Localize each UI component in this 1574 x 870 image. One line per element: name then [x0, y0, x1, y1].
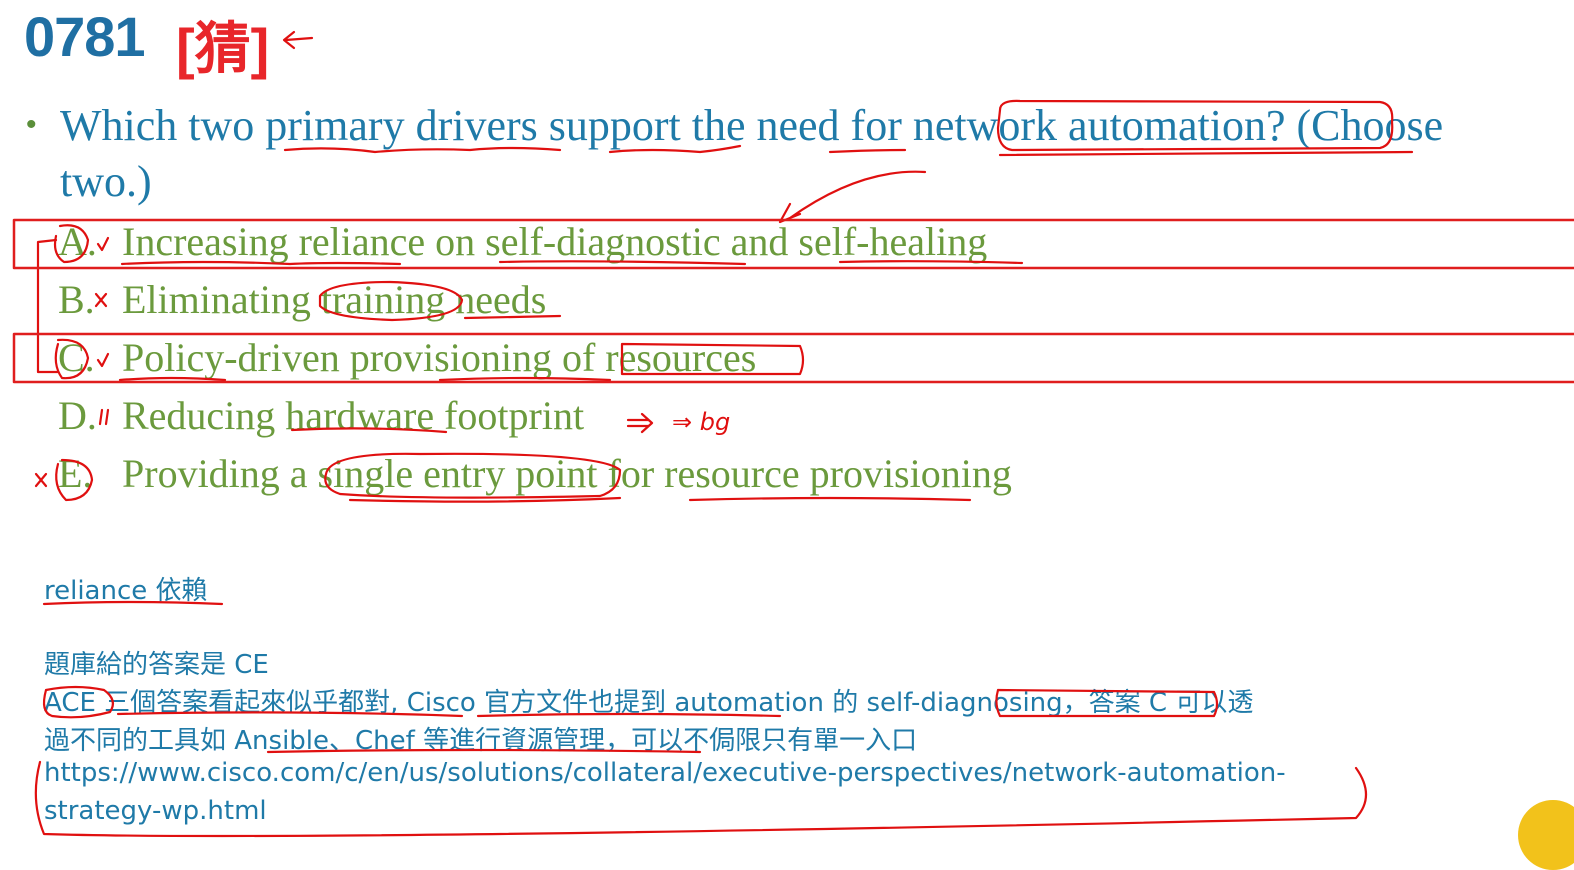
question-text: Which two primary drivers support the ne…	[60, 101, 1444, 206]
cross-icon	[34, 472, 48, 488]
option-c-letter: C.	[58, 335, 95, 380]
option-a-text: Increasing reliance on self-diagnostic a…	[122, 219, 988, 264]
title-arrow-icon	[282, 30, 314, 50]
explanation-line-2: 過不同的工具如 Ansible、Chef 等進行資源管理，可以不侷限只有單一入口	[44, 726, 918, 756]
option-b-text: Eliminating training needs	[122, 277, 547, 322]
check-icon	[96, 352, 110, 368]
option-e-letter: E.	[58, 451, 93, 496]
option-a-letter: A.	[58, 219, 97, 264]
cross-icon	[94, 292, 108, 308]
hash-icon	[98, 408, 110, 426]
d-annotation: ⇒ bg	[672, 408, 730, 436]
question-bullet: •	[26, 108, 37, 141]
option-d-letter: D.	[58, 393, 97, 438]
reference-link-line-2[interactable]: strategy-wp.html	[44, 796, 267, 826]
vocab-note: reliance 依賴	[44, 576, 208, 606]
question-number: 0781	[24, 5, 146, 68]
bracket-icon	[36, 238, 60, 374]
check-icon	[96, 236, 110, 252]
corner-logo	[1518, 800, 1574, 870]
explanation-line-1: ACE 三個答案看起來似乎都對, Cisco 官方文件也提到 automatio…	[44, 688, 1254, 718]
reference-link-line-1[interactable]: https://www.cisco.com/c/en/us/solutions/…	[44, 758, 1286, 788]
option-c-text: Policy-driven provisioning of resources	[122, 335, 757, 380]
option-d-text: Reducing hardware footprint	[122, 393, 585, 438]
answer-note: 題庫給的答案是 CE	[44, 650, 269, 680]
option-b-letter: B.	[58, 277, 95, 322]
guess-tag: [猜]	[176, 17, 270, 80]
option-e-text: Providing a single entry point for resou…	[122, 451, 1012, 496]
